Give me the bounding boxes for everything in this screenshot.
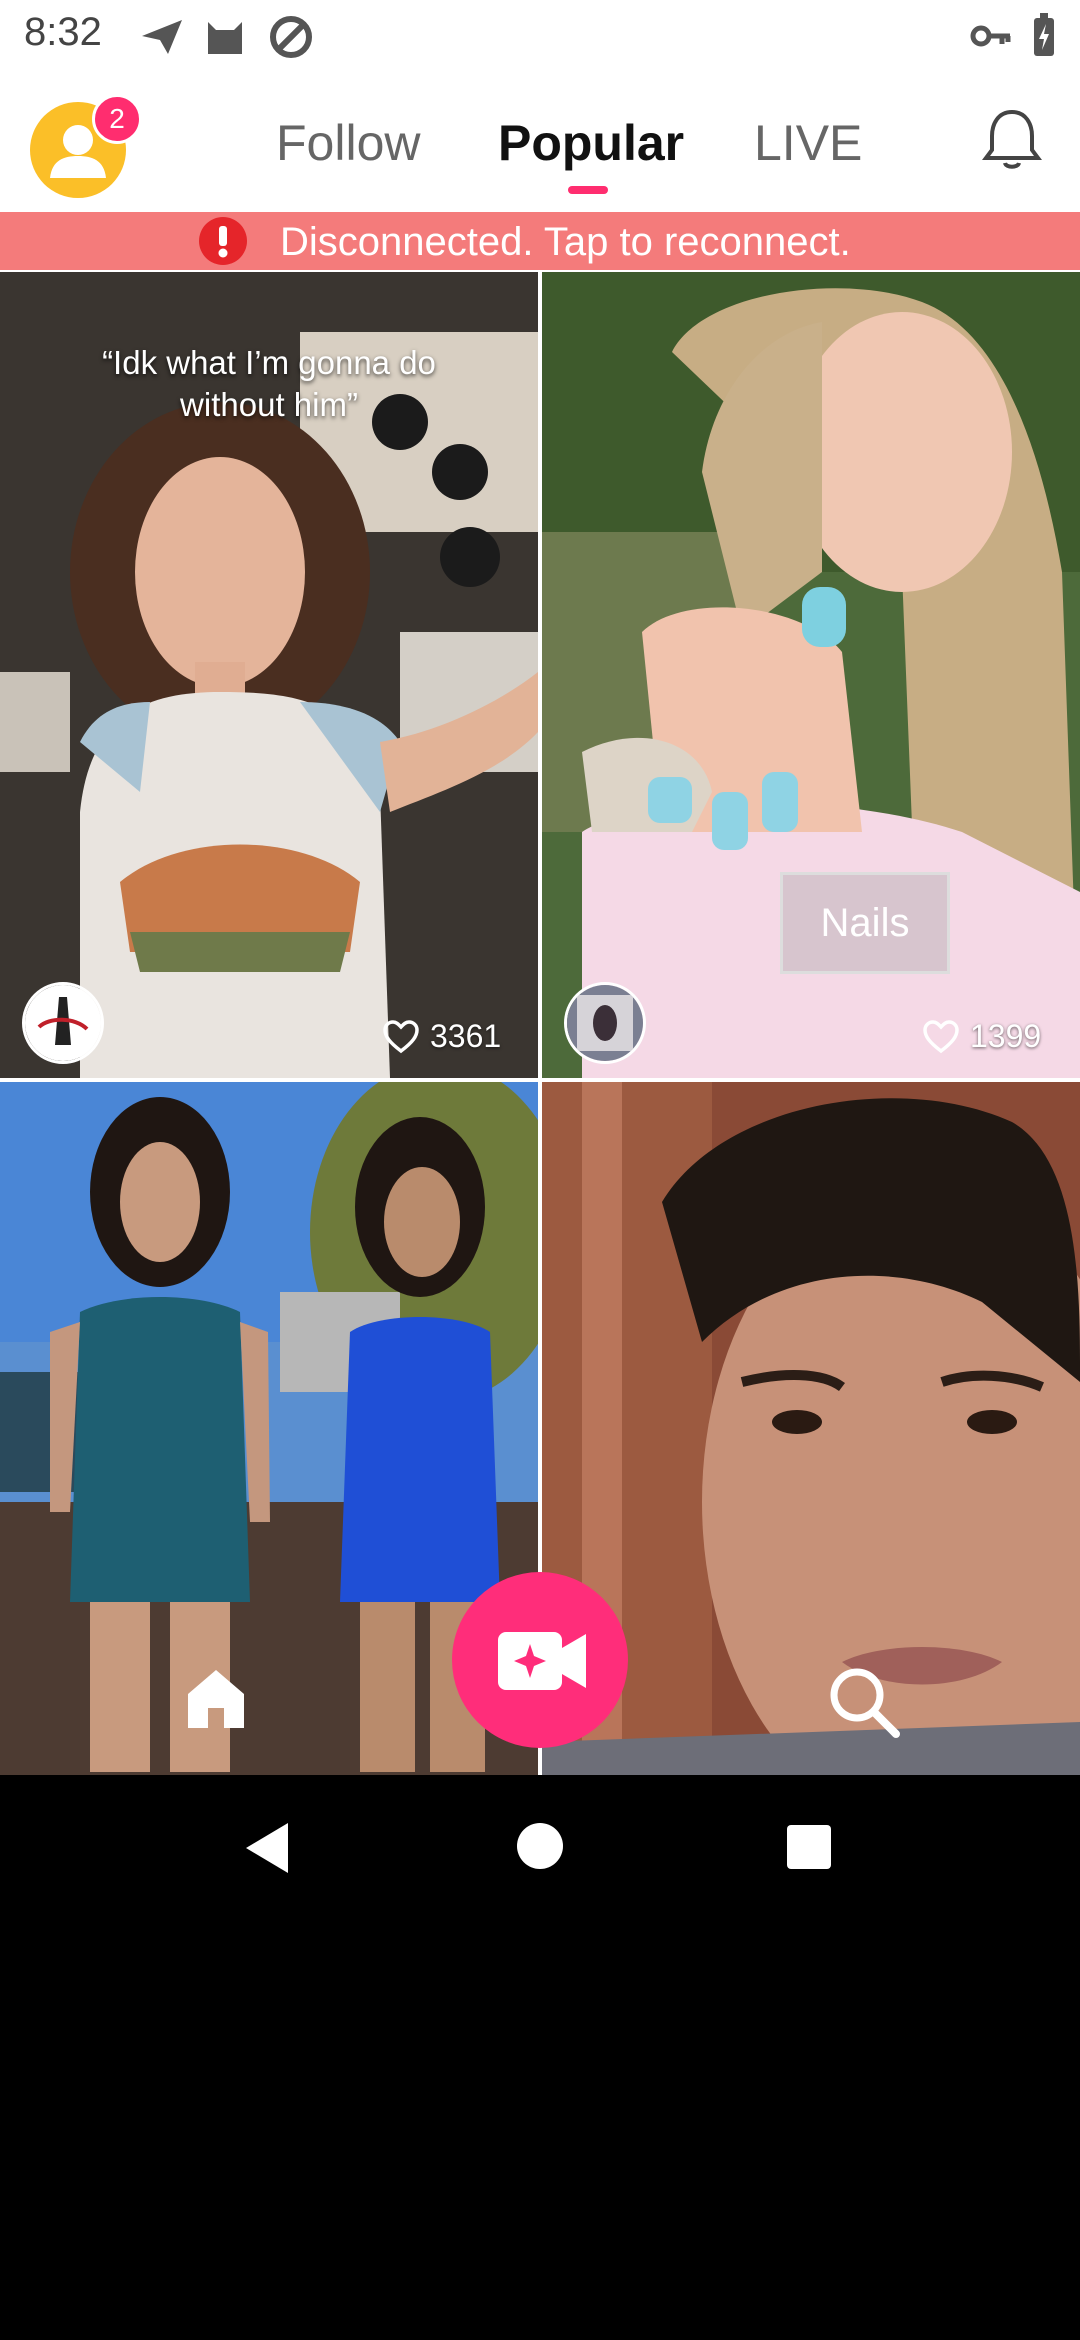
creator-avatar[interactable] (564, 982, 646, 1064)
alert-icon (199, 217, 247, 265)
video-card[interactable]: Nails 1399 (542, 272, 1080, 1078)
creator-avatar-image (25, 985, 101, 1061)
back-icon[interactable] (244, 1821, 290, 1875)
record-video-button[interactable] (452, 1572, 628, 1748)
home-circle-icon[interactable] (516, 1822, 564, 1870)
like-count-value: 3361 (430, 1018, 502, 1054)
send-icon (142, 20, 182, 54)
video-camera-icon (498, 1632, 586, 1690)
like-count: 3361 (382, 1018, 532, 1058)
status-time: 8:32 (24, 10, 102, 54)
tab-popular[interactable]: Popular (498, 114, 684, 172)
do-not-disturb-icon (270, 16, 312, 58)
like-count-value: 1399 (970, 1018, 1042, 1054)
key-icon (970, 25, 1011, 47)
tab-live[interactable]: LIVE (754, 114, 862, 172)
heart-icon (923, 1020, 959, 1054)
video-card[interactable]: “Idk what I’m gonna do without him” 3361 (0, 272, 538, 1078)
bell-icon[interactable] (980, 106, 1044, 172)
search-icon[interactable] (826, 1664, 902, 1740)
creator-avatar[interactable] (22, 982, 104, 1064)
caption-line: “Idk what I’m gonna do (102, 344, 436, 381)
notification-count-badge: 2 (92, 94, 142, 144)
system-navigation-bar (0, 1775, 1080, 1920)
home-icon[interactable] (182, 1664, 250, 1732)
banner-message: Disconnected. Tap to reconnect. (280, 220, 851, 264)
cat-icon (208, 22, 242, 54)
like-count: 1399 (922, 1018, 1072, 1058)
battery-charging-icon (1034, 13, 1054, 56)
caption-line: without him” (180, 386, 358, 423)
nails-tag: Nails (780, 872, 950, 974)
profile-button[interactable]: 2 (30, 94, 142, 198)
tab-follow[interactable]: Follow (276, 114, 420, 172)
creator-avatar-image (567, 985, 643, 1061)
top-navigation: 2 Follow Popular LIVE (0, 72, 1080, 212)
heart-icon (383, 1020, 419, 1054)
video-caption: “Idk what I’m gonna do without him” (0, 342, 538, 426)
active-tab-indicator (568, 186, 608, 194)
app-screen: 8:32 2 Follow Popular LIVE Disconnected.… (0, 0, 1080, 1775)
disconnected-banner[interactable]: Disconnected. Tap to reconnect. (0, 212, 1080, 270)
status-bar: 8:32 (0, 0, 1080, 72)
recents-icon[interactable] (786, 1824, 832, 1870)
